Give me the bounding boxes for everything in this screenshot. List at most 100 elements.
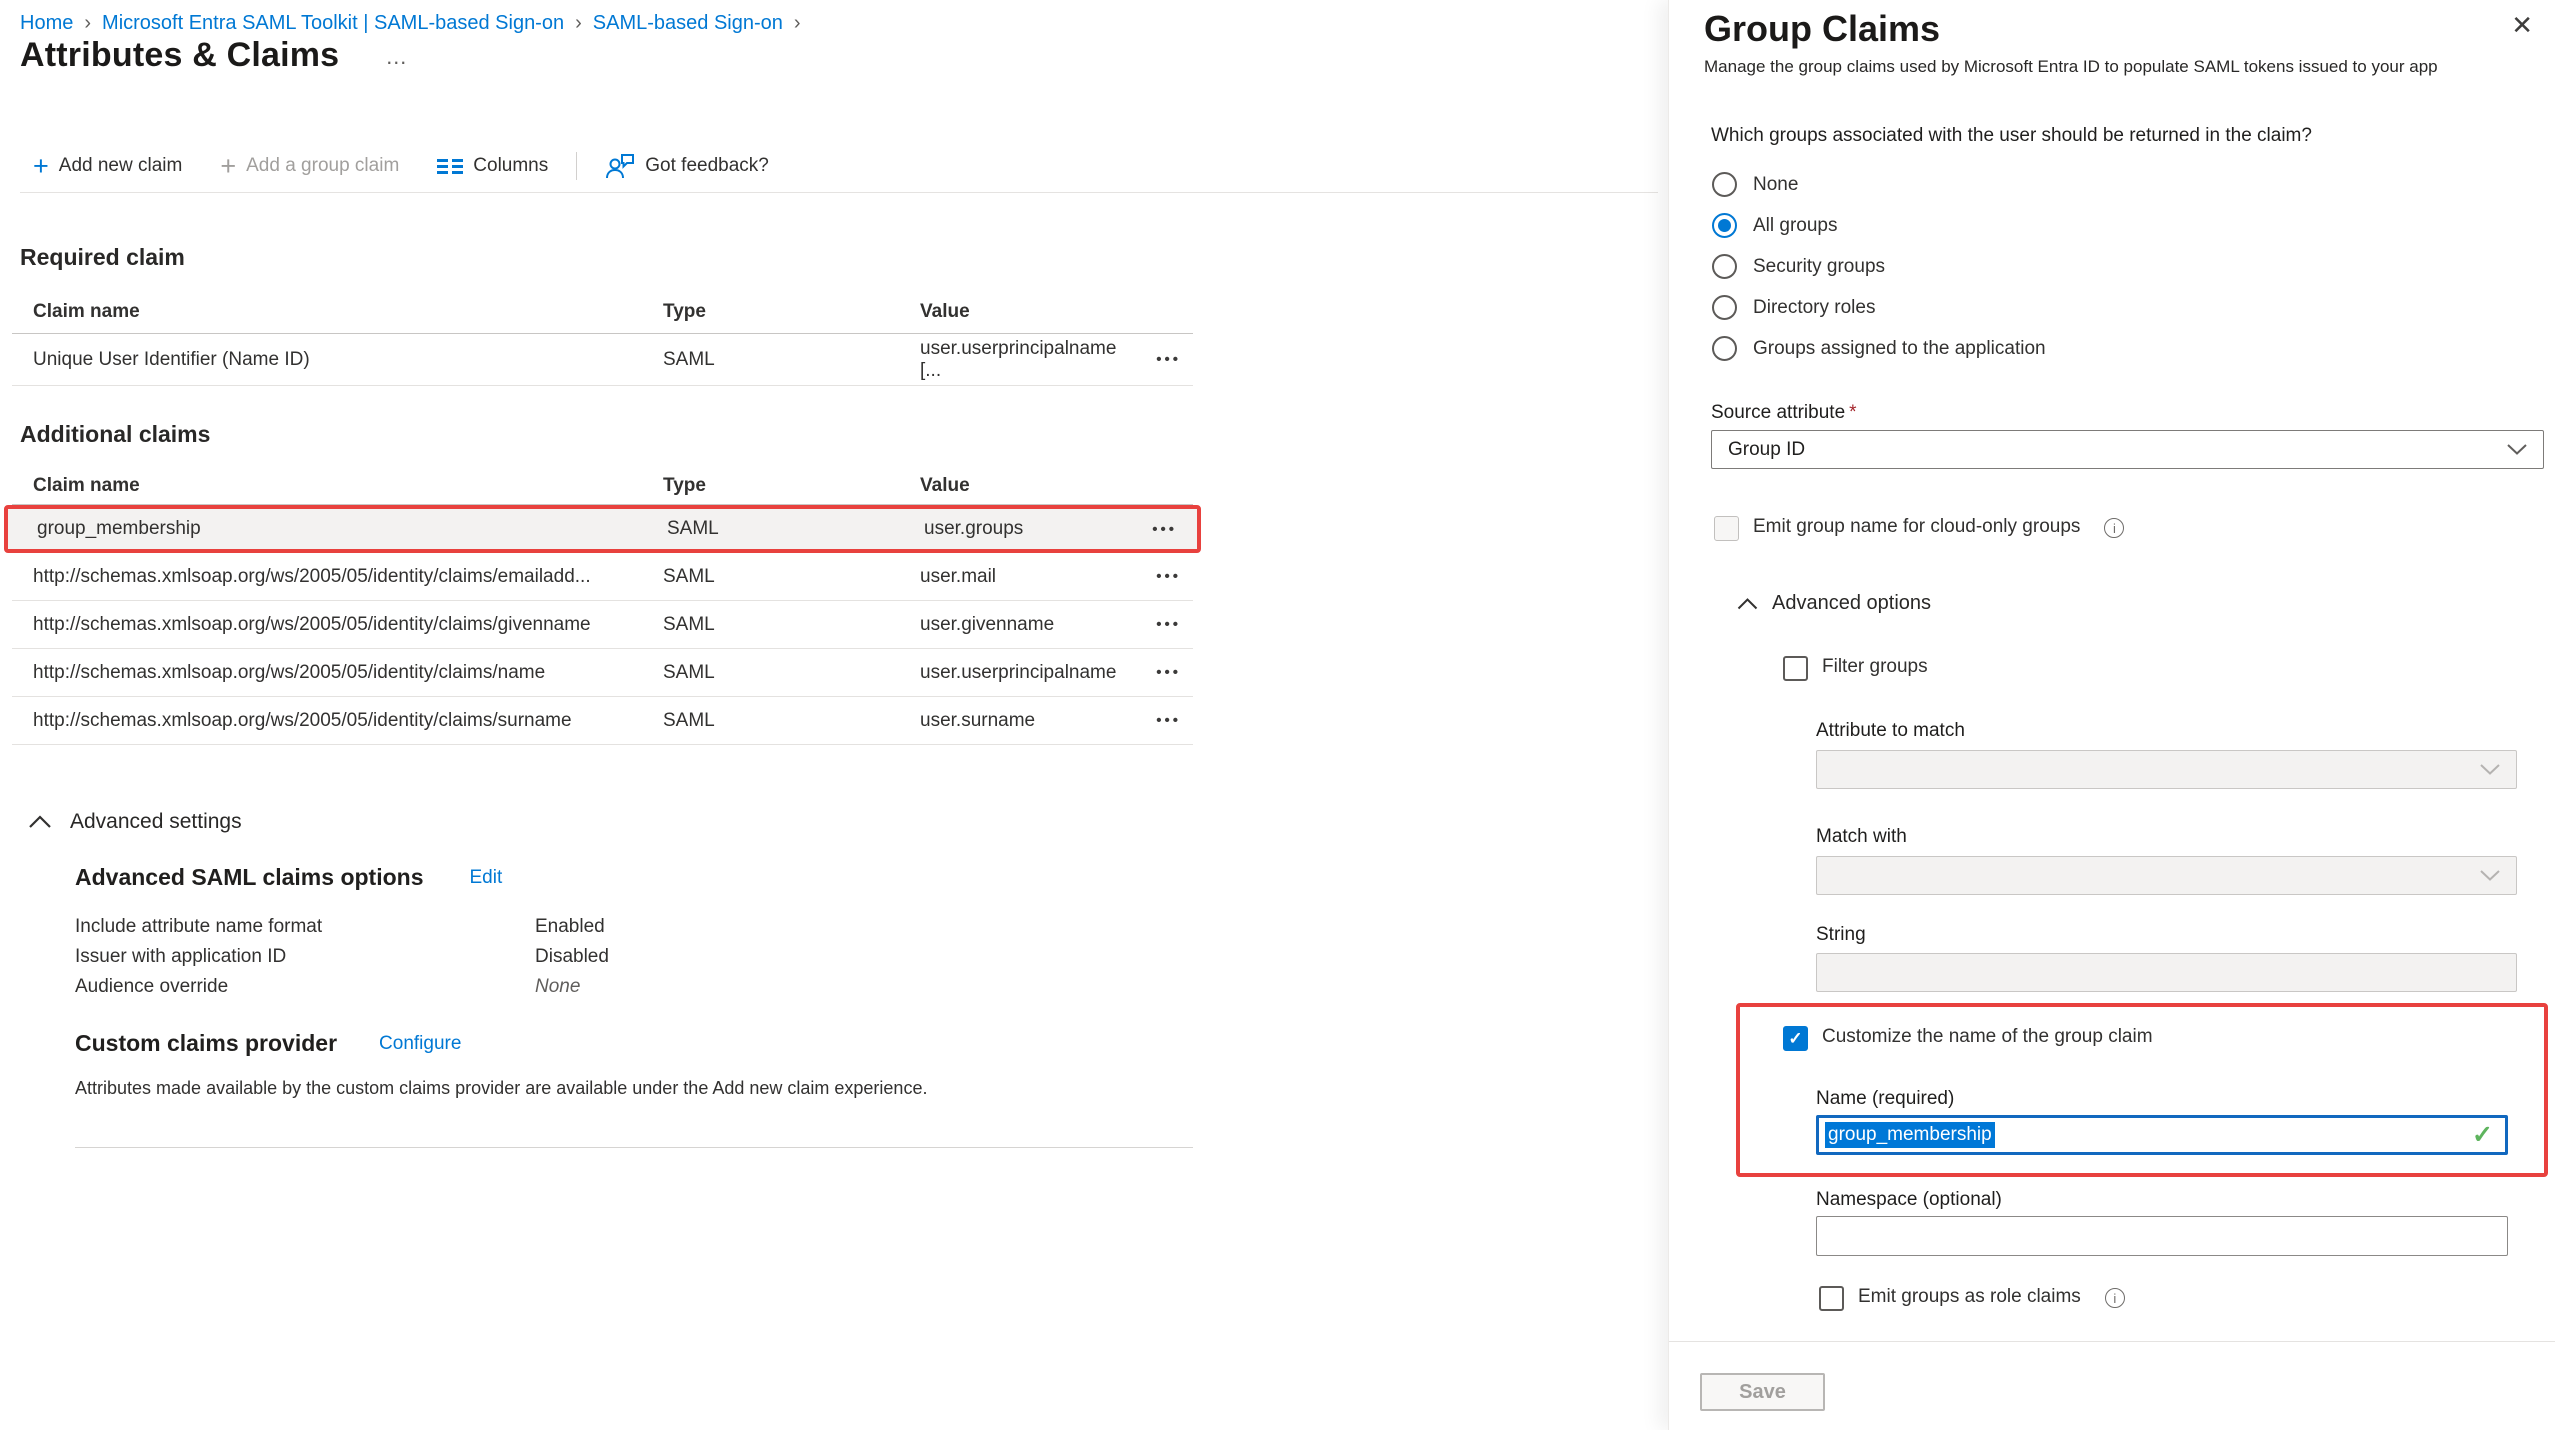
filter-groups-label: Filter groups [1822,656,1928,678]
breadcrumb-saml-signon[interactable]: SAML-based Sign-on [593,12,783,35]
table-row[interactable]: http://schemas.xmlsoap.org/ws/2005/05/id… [12,553,1193,601]
breadcrumb: Home › Microsoft Entra SAML Toolkit | SA… [20,12,801,35]
table-row[interactable]: http://schemas.xmlsoap.org/ws/2005/05/id… [12,601,1193,649]
saml-option-row: Issuer with application ID Disabled [75,942,609,972]
breadcrumb-saml-toolkit[interactable]: Microsoft Entra SAML Toolkit | SAML-base… [102,12,564,35]
edit-saml-options-link[interactable]: Edit [469,867,502,891]
saml-options-heading: Advanced SAML claims options [75,864,423,891]
group-claim-question: Which groups associated with the user sh… [1711,125,2312,147]
page-more-menu-button[interactable]: … [385,44,409,75]
chevron-down-icon [2507,444,2527,455]
option-label: Audience override [75,972,535,1002]
add-new-claim-label: Add new claim [59,155,183,177]
attribute-to-match-dropdown[interactable] [1816,750,2517,789]
add-new-claim-button[interactable]: + Add new claim [33,153,182,180]
radio-icon [1712,295,1737,320]
claim-type-cell: SAML [663,662,920,684]
emit-group-name-checkbox-row[interactable]: Emit group name for cloud-only groups i [1714,516,2124,541]
breadcrumb-separator: › [794,12,801,35]
add-group-claim-button[interactable]: + Add a group claim [220,153,399,180]
namespace-input[interactable] [1816,1216,2508,1256]
claim-value-cell: user.mail [920,566,1125,588]
table-row-group-membership[interactable]: group_membership SAML user.groups ••• [4,505,1201,553]
table-row[interactable]: http://schemas.xmlsoap.org/ws/2005/05/id… [12,697,1193,745]
toolbar-rule [20,192,1658,193]
radio-selected-icon [1712,213,1737,238]
group-type-radio-group: None All groups Security groups Director… [1712,164,2046,369]
close-icon[interactable]: ✕ [2511,12,2533,38]
string-label: String [1816,924,1866,946]
feedback-button[interactable]: Got feedback? [605,153,769,180]
radio-security-groups[interactable]: Security groups [1712,246,2046,287]
group-claim-name-input[interactable]: group_membership ✓ [1816,1115,2508,1155]
section-rule [75,1147,1193,1148]
claim-value-cell: user.surname [920,710,1125,732]
row-menu-button[interactable]: ••• [1152,521,1177,538]
customize-name-checkbox-row[interactable]: ✓ Customize the name of the group claim [1783,1026,2153,1051]
option-label: Issuer with application ID [75,942,535,972]
breadcrumb-home[interactable]: Home [20,12,73,35]
info-icon[interactable]: i [2105,1288,2125,1308]
advanced-settings-toggle[interactable]: Advanced settings [28,810,242,834]
plus-icon: + [220,153,236,180]
claim-type-cell: SAML [663,614,920,636]
group-claims-panel: Group Claims ✕ Manage the group claims u… [1668,0,2555,1430]
panel-subtitle: Manage the group claims used by Microsof… [1704,57,2534,77]
title-bar: Attributes & Claims … [20,36,409,75]
string-input[interactable] [1816,953,2517,992]
name-required-label: Name (required) [1816,1088,1954,1110]
radio-label: None [1753,174,1798,196]
advanced-options-label: Advanced options [1772,592,1931,615]
row-menu-button[interactable]: ••• [1156,712,1181,729]
saml-options-list: Include attribute name format Enabled Is… [75,912,609,1002]
advanced-options-toggle[interactable]: Advanced options [1737,592,1931,615]
emit-roles-checkbox-row[interactable]: Emit groups as role claims i [1819,1286,2125,1311]
attribute-to-match-label: Attribute to match [1816,720,1965,742]
option-value: None [535,972,580,1002]
save-button[interactable]: Save [1700,1373,1825,1411]
feedback-icon [605,153,635,180]
chevron-up-icon [28,815,52,829]
info-icon[interactable]: i [2104,518,2124,538]
row-menu-button[interactable]: ••• [1156,664,1181,681]
emit-roles-label: Emit groups as role claims [1858,1286,2081,1308]
configure-provider-link[interactable]: Configure [379,1033,461,1057]
selected-input-text: group_membership [1825,1122,1995,1148]
radio-label: All groups [1753,215,1838,237]
radio-all-groups[interactable]: All groups [1712,205,2046,246]
additional-claims-heading: Additional claims [20,421,210,448]
filter-groups-checkbox-row[interactable]: Filter groups [1783,656,1928,681]
breadcrumb-separator: › [84,12,91,35]
table-header: Claim name Type Value [12,467,1193,505]
radio-directory-roles[interactable]: Directory roles [1712,287,2046,328]
radio-groups-assigned[interactable]: Groups assigned to the application [1712,328,2046,369]
table-row[interactable]: Unique User Identifier (Name ID) SAML us… [12,334,1193,386]
radio-none[interactable]: None [1712,164,2046,205]
columns-icon [437,156,463,176]
row-menu-button[interactable]: ••• [1156,616,1181,633]
panel-footer-rule [1669,1341,2555,1342]
match-with-dropdown[interactable] [1816,856,2517,895]
radio-label: Security groups [1753,256,1885,278]
row-menu-button[interactable]: ••• [1156,568,1181,585]
source-attribute-dropdown[interactable]: Group ID [1711,430,2544,469]
namespace-label: Namespace (optional) [1816,1189,2002,1211]
page-title: Attributes & Claims [20,36,339,75]
option-value: Enabled [535,912,605,942]
columns-button[interactable]: Columns [437,155,548,177]
claim-name-cell: group_membership [37,518,667,540]
radio-icon [1712,172,1737,197]
row-menu-button[interactable]: ••• [1156,351,1181,368]
valid-check-icon: ✓ [2472,1120,2493,1150]
toolbar-divider [576,152,577,180]
claim-name-cell: Unique User Identifier (Name ID) [33,349,663,371]
attributes-claims-page: Home › Microsoft Entra SAML Toolkit | SA… [0,0,1668,1430]
option-label: Include attribute name format [75,912,535,942]
source-attribute-label: Source attribute* [1711,402,1857,424]
col-claim-name: Claim name [33,475,663,497]
claim-value-cell: user.givenname [920,614,1125,636]
radio-label: Directory roles [1753,297,1875,319]
panel-title: Group Claims [1704,8,1940,50]
table-row[interactable]: http://schemas.xmlsoap.org/ws/2005/05/id… [12,649,1193,697]
source-attribute-value: Group ID [1728,439,1805,461]
